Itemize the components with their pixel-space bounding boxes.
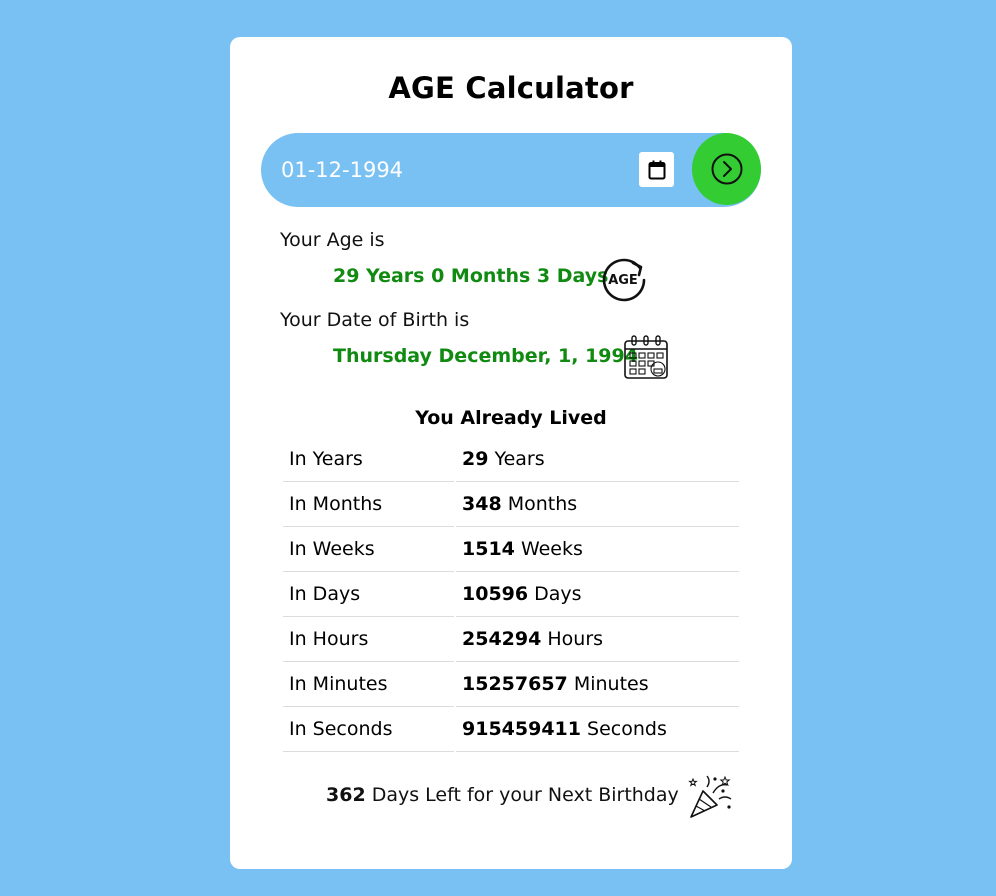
calendar-picker-button[interactable]	[639, 152, 674, 187]
table-row: In Minutes 15257657 Minutes	[283, 662, 739, 707]
row-number: 348	[462, 493, 502, 515]
age-refresh-icon: AGE	[602, 258, 646, 302]
row-value: 15257657 Minutes	[456, 662, 739, 707]
row-label: In Days	[283, 572, 454, 617]
row-label: In Weeks	[283, 527, 454, 572]
row-label: In Seconds	[283, 707, 454, 752]
lived-table: In Years 29 Years In Months 348 Months I…	[281, 437, 741, 752]
row-number: 10596	[462, 583, 529, 605]
row-unit: Minutes	[573, 673, 649, 695]
birthday-calendar-icon	[624, 335, 668, 379]
row-value: 29 Years	[456, 437, 739, 482]
table-row: In Days 10596 Days	[283, 572, 739, 617]
row-unit: Seconds	[587, 718, 667, 740]
row-value: 348 Months	[456, 482, 739, 527]
date-of-birth-input[interactable]	[281, 154, 611, 186]
table-row: In Weeks 1514 Weeks	[283, 527, 739, 572]
arrow-right-circle-icon	[711, 153, 742, 185]
svg-text:AGE: AGE	[608, 273, 638, 288]
row-value: 1514 Weeks	[456, 527, 739, 572]
dob-label: Your Date of Birth is	[280, 309, 470, 331]
row-number: 1514	[462, 538, 515, 560]
table-row: In Years 29 Years	[283, 437, 739, 482]
row-label: In Minutes	[283, 662, 454, 707]
row-label: In Years	[283, 437, 454, 482]
row-label: In Months	[283, 482, 454, 527]
row-unit: Hours	[547, 628, 604, 650]
table-row: In Hours 254294 Hours	[283, 617, 739, 662]
next-birthday-label: Days Left for your Next Birthday	[371, 784, 679, 806]
row-number: 915459411	[462, 718, 581, 740]
lived-heading: You Already Lived	[415, 407, 607, 429]
row-value: 254294 Hours	[456, 617, 739, 662]
row-number: 15257657	[462, 673, 568, 695]
page-title: AGE Calculator	[388, 71, 634, 105]
row-unit: Months	[507, 493, 578, 515]
row-label: In Hours	[283, 617, 454, 662]
date-input-bar	[261, 133, 761, 207]
row-number: 29	[462, 448, 489, 470]
next-birthday-text: 362 Days Left for your Next Birthday	[326, 784, 679, 806]
row-number: 254294	[462, 628, 542, 650]
row-value: 10596 Days	[456, 572, 739, 617]
age-label: Your Age is	[280, 229, 385, 251]
calculate-button[interactable]	[692, 133, 761, 205]
row-unit: Weeks	[520, 538, 583, 560]
row-unit: Years	[494, 448, 545, 470]
party-popper-icon	[688, 775, 732, 818]
row-unit: Days	[534, 583, 582, 605]
table-row: In Months 348 Months	[283, 482, 739, 527]
age-value: 29 Years 0 Months 3 Days	[333, 265, 609, 287]
table-row: In Seconds 915459411 Seconds	[283, 707, 739, 752]
calendar-icon	[648, 160, 665, 179]
row-value: 915459411 Seconds	[456, 707, 739, 752]
dob-value: Thursday December, 1, 1994	[333, 345, 638, 367]
age-calculator-card: AGE Calculator Your Age is 29 Years 0 Mo…	[230, 37, 792, 869]
next-birthday-days: 362	[326, 784, 366, 806]
